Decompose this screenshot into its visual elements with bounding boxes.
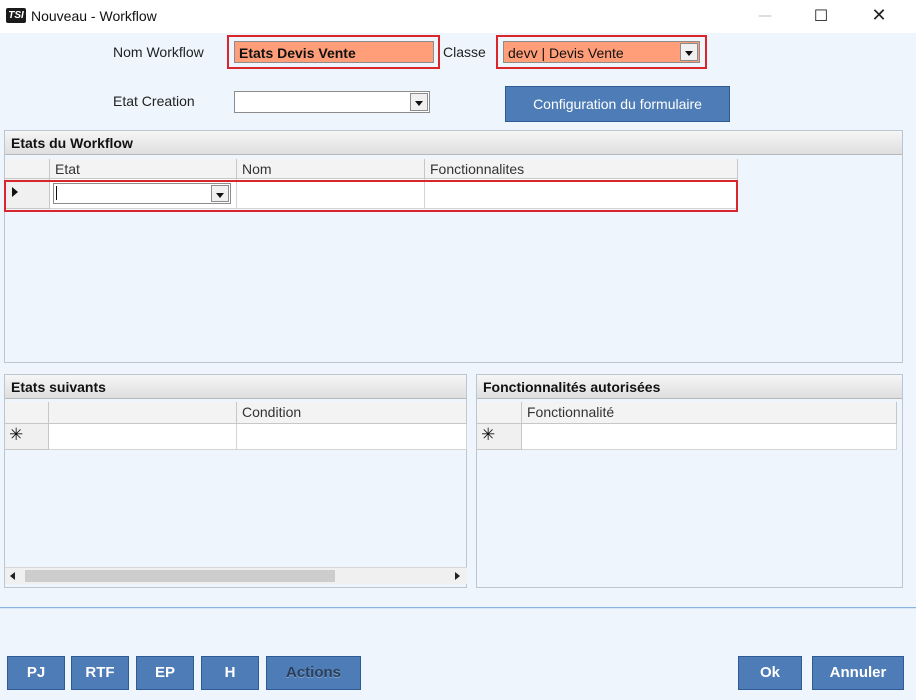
column-header-etat[interactable]: Etat xyxy=(50,159,237,179)
close-button[interactable]: ✕ xyxy=(856,0,902,32)
nom-workflow-value: Etats Devis Vente xyxy=(239,45,356,61)
annotation-box-row xyxy=(4,180,738,212)
nom-workflow-field[interactable]: Etats Devis Vente xyxy=(234,41,434,63)
column-header-blank[interactable] xyxy=(49,402,237,424)
row-header-column xyxy=(5,402,49,424)
app-logo-icon: TSI xyxy=(6,8,26,23)
cell-fonctionnalite[interactable] xyxy=(522,424,897,450)
etats-suivants-panel: Etats suivants Condition ✳ xyxy=(4,374,467,588)
window-titlebar: TSI Nouveau - Workflow — ☐ ✕ xyxy=(0,0,916,33)
cell-condition[interactable] xyxy=(237,424,467,450)
footer-separator-shadow xyxy=(0,608,916,609)
scroll-left-icon[interactable] xyxy=(5,568,22,584)
classe-dropdown[interactable]: devv | Devis Vente xyxy=(503,41,700,63)
new-row-icon: ✳ xyxy=(9,425,24,445)
window-title: Nouveau - Workflow xyxy=(31,8,157,24)
etats-workflow-panel: Etats du Workflow Etat Nom Fonctionnalit… xyxy=(4,130,903,363)
column-header-condition[interactable]: Condition xyxy=(237,402,467,424)
row-header-column xyxy=(477,402,522,424)
rtf-button[interactable]: RTF xyxy=(71,656,129,690)
scroll-right-icon[interactable] xyxy=(448,568,465,584)
column-header-nom[interactable]: Nom xyxy=(237,159,425,179)
maximize-button[interactable]: ☐ xyxy=(798,0,844,32)
row-header-column xyxy=(5,159,50,179)
classe-label: Classe xyxy=(443,44,486,60)
new-row-indicator[interactable]: ✳ xyxy=(477,424,522,450)
cell-etat-suivant[interactable] xyxy=(49,424,237,450)
etat-creation-label: Etat Creation xyxy=(113,93,195,109)
nom-workflow-label: Nom Workflow xyxy=(113,44,204,60)
etats-suivants-title: Etats suivants xyxy=(5,375,466,399)
etat-creation-dropdown[interactable] xyxy=(234,91,430,113)
column-header-fonctionnalites[interactable]: Fonctionnalites xyxy=(425,159,738,179)
column-header-fonctionnalite[interactable]: Fonctionnalité xyxy=(522,402,897,424)
ep-button[interactable]: EP xyxy=(136,656,194,690)
new-row-indicator[interactable]: ✳ xyxy=(5,424,49,450)
chevron-down-icon[interactable] xyxy=(680,43,698,61)
pj-button[interactable]: PJ xyxy=(7,656,65,690)
scrollbar-thumb[interactable] xyxy=(25,570,335,582)
ok-button[interactable]: Ok xyxy=(738,656,802,690)
new-row-icon: ✳ xyxy=(481,425,496,445)
chevron-down-icon[interactable] xyxy=(410,93,428,111)
classe-value: devv | Devis Vente xyxy=(508,45,624,61)
actions-button[interactable]: Actions xyxy=(266,656,361,690)
configuration-formulaire-button[interactable]: Configuration du formulaire xyxy=(505,86,730,122)
annuler-button[interactable]: Annuler xyxy=(812,656,904,690)
fonctionnalites-title: Fonctionnalités autorisées xyxy=(477,375,902,399)
h-button[interactable]: H xyxy=(201,656,259,690)
etats-workflow-title: Etats du Workflow xyxy=(5,131,902,155)
fonctionnalites-panel: Fonctionnalités autorisées Fonctionnalit… xyxy=(476,374,903,588)
horizontal-scrollbar[interactable] xyxy=(5,567,467,584)
minimize-button[interactable]: — xyxy=(742,0,788,32)
